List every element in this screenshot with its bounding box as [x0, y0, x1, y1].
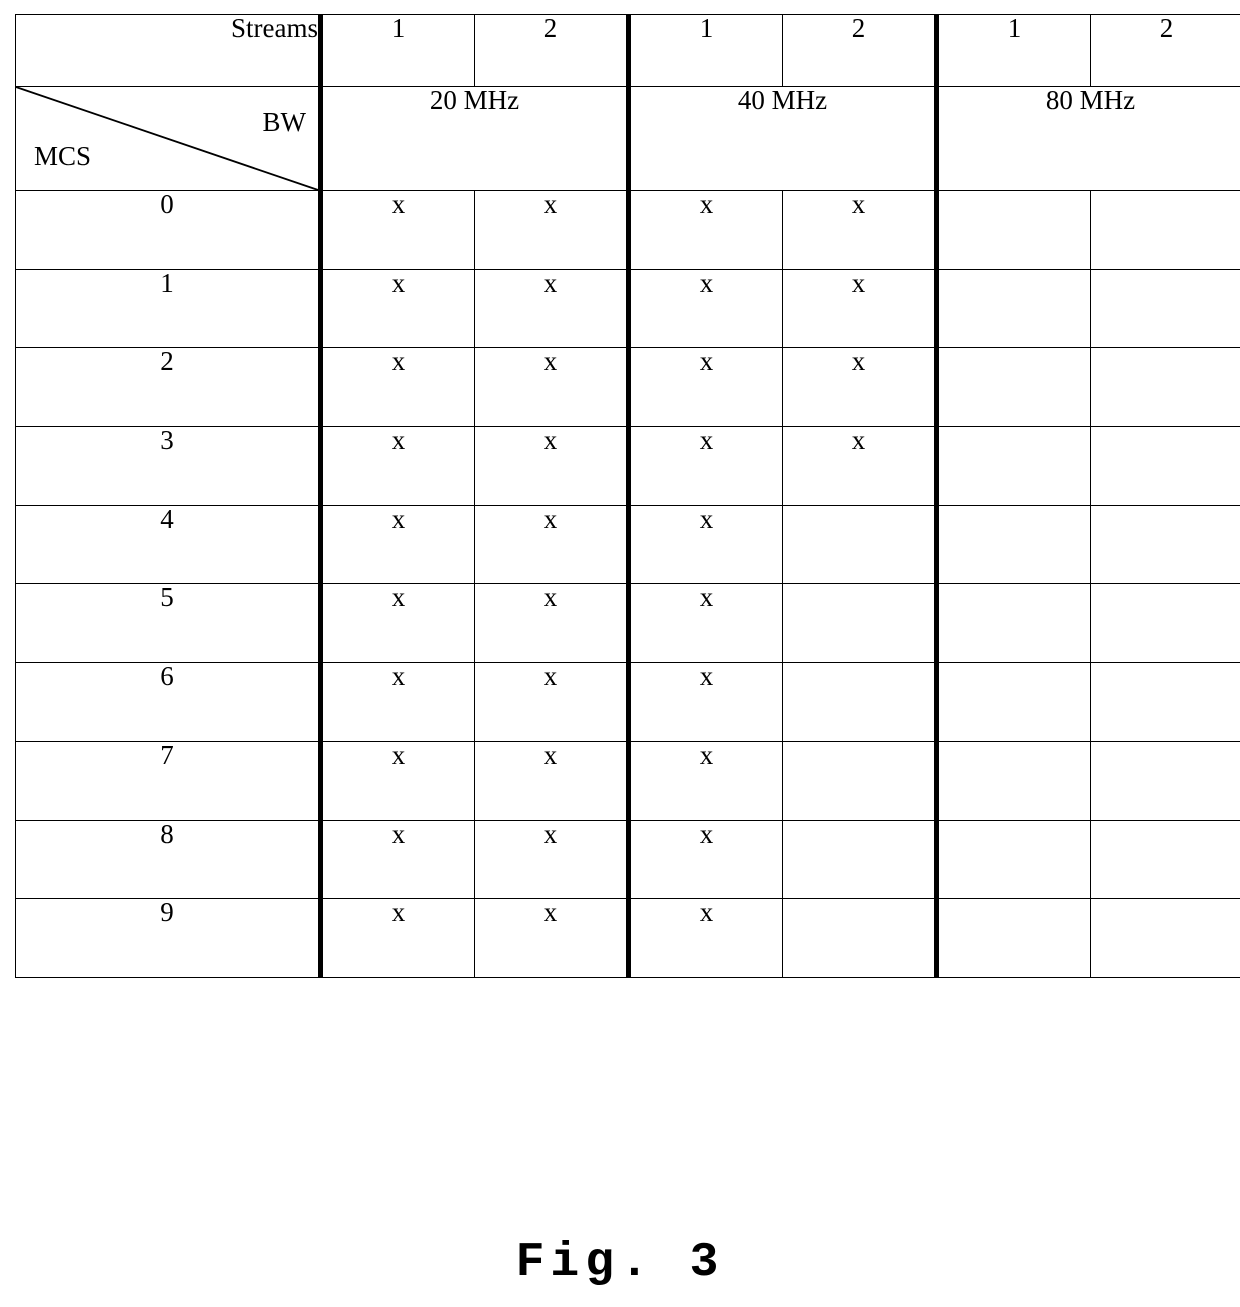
- mcs-bandwidth-streams-table: Streams 1 2 1 2 1 2 BW MCS 20 MHz 4 0 MHz…: [15, 14, 1240, 978]
- cell-80mhz-2: [1090, 426, 1240, 506]
- cell-40mhz-2: [782, 819, 939, 900]
- cell-40mhz-1: x: [628, 504, 783, 585]
- cell-40mhz-2: x: [782, 268, 939, 349]
- stream-header-20mhz-2: 2: [474, 14, 631, 87]
- cell-20mhz-2: x: [474, 347, 631, 428]
- cell-40mhz-2: x: [782, 426, 939, 506]
- corner-label-mcs: MCS: [34, 141, 92, 171]
- cell-80mhz-1: [936, 426, 1091, 506]
- stream-header-80mhz-2: 2: [1090, 14, 1240, 87]
- cell-80mhz-2: [1090, 504, 1240, 585]
- mcs-index: 1: [15, 268, 321, 349]
- cell-20mhz-1: x: [318, 347, 475, 428]
- mcs-index: 0: [15, 190, 321, 270]
- table-row: 4 x x x: [15, 504, 1240, 585]
- stream-header-40mhz-1: 1: [628, 14, 783, 87]
- cell-80mhz-2: [1090, 740, 1240, 821]
- cell-40mhz-1: x: [628, 898, 783, 978]
- table-row: 2 x x x x: [15, 347, 1240, 428]
- cell-20mhz-2: x: [474, 583, 631, 664]
- cell-20mhz-1: x: [318, 819, 475, 900]
- streams-row-label: Streams: [15, 14, 321, 87]
- cell-80mhz-2: [1090, 583, 1240, 664]
- cell-20mhz-1: x: [318, 426, 475, 506]
- bandwidth-group-40mhz: 40 MHz: [628, 86, 939, 191]
- bandwidth-group-80mhz: 80 MHz: [936, 86, 1240, 191]
- cell-80mhz-1: [936, 662, 1091, 742]
- cell-80mhz-2: [1090, 190, 1240, 270]
- cell-40mhz-2: x: [782, 347, 939, 428]
- bandwidth-group-20mhz: 20 MHz: [318, 86, 631, 191]
- cell-80mhz-1: [936, 347, 1091, 428]
- cell-80mhz-1: [936, 504, 1091, 585]
- table-row: 7 x x x: [15, 740, 1240, 821]
- cell-20mhz-2: x: [474, 740, 631, 821]
- table-row: 9 x x x: [15, 898, 1240, 978]
- corner-label-bw: BW: [262, 107, 307, 137]
- cell-40mhz-1: x: [628, 662, 783, 742]
- stream-header-40mhz-2: 2: [782, 14, 939, 87]
- mcs-index: 9: [15, 898, 321, 978]
- cell-20mhz-2: x: [474, 426, 631, 506]
- cell-80mhz-2: [1090, 819, 1240, 900]
- cell-80mhz-1: [936, 190, 1091, 270]
- cell-40mhz-2: [782, 583, 939, 664]
- stream-header-80mhz-1: 1: [936, 14, 1091, 87]
- cell-20mhz-1: x: [318, 190, 475, 270]
- cell-20mhz-1: x: [318, 740, 475, 821]
- cell-40mhz-1: x: [628, 740, 783, 821]
- mcs-index: 3: [15, 426, 321, 506]
- cell-40mhz-2: [782, 504, 939, 585]
- cell-80mhz-1: [936, 819, 1091, 900]
- figure-3: Streams 1 2 1 2 1 2 BW MCS 20 MHz 4 0 MHz…: [0, 0, 1240, 1307]
- table-row: 5 x x x: [15, 583, 1240, 664]
- cell-40mhz-2: x: [782, 190, 939, 270]
- bandwidth-header-row: BW MCS 20 MHz 40 MHz 80 MHz: [15, 86, 1240, 191]
- cell-20mhz-1: x: [318, 662, 475, 742]
- cell-20mhz-2: x: [474, 504, 631, 585]
- cell-80mhz-1: [936, 898, 1091, 978]
- cell-40mhz-1: x: [628, 190, 783, 270]
- cell-20mhz-2: x: [474, 268, 631, 349]
- cell-20mhz-2: x: [474, 190, 631, 270]
- mcs-index: 6: [15, 662, 321, 742]
- table-row: 8 x x x: [15, 819, 1240, 900]
- mcs-index: 5: [15, 583, 321, 664]
- cell-80mhz-1: [936, 583, 1091, 664]
- table-row: 0 x x x x: [15, 190, 1240, 270]
- cell-40mhz-2: [782, 898, 939, 978]
- mcs-index: 4: [15, 504, 321, 585]
- cell-20mhz-2: x: [474, 898, 631, 978]
- cell-80mhz-2: [1090, 898, 1240, 978]
- cell-40mhz-1: x: [628, 268, 783, 349]
- cell-40mhz-2: [782, 740, 939, 821]
- cell-20mhz-1: x: [318, 268, 475, 349]
- corner-diagonal-divider-icon: [16, 87, 318, 190]
- cell-80mhz-2: [1090, 347, 1240, 428]
- cell-20mhz-1: x: [318, 504, 475, 585]
- figure-caption: Fig. 3: [515, 1236, 725, 1290]
- stream-header-20mhz-1: 1: [318, 14, 475, 87]
- cell-40mhz-1: x: [628, 819, 783, 900]
- cell-80mhz-2: [1090, 662, 1240, 742]
- cell-80mhz-2: [1090, 268, 1240, 349]
- cell-80mhz-1: [936, 268, 1091, 349]
- cell-40mhz-1: x: [628, 583, 783, 664]
- mcs-index: 7: [15, 740, 321, 821]
- cell-20mhz-2: x: [474, 662, 631, 742]
- cell-40mhz-2: [782, 662, 939, 742]
- cell-20mhz-1: x: [318, 898, 475, 978]
- cell-20mhz-2: x: [474, 819, 631, 900]
- cell-20mhz-1: x: [318, 583, 475, 664]
- table-row: 6 x x x: [15, 662, 1240, 742]
- streams-header-row: Streams 1 2 1 2 1 2: [15, 14, 1240, 87]
- cell-40mhz-1: x: [628, 347, 783, 428]
- table-row: 1 x x x x: [15, 268, 1240, 349]
- mcs-index: 2: [15, 347, 321, 428]
- corner-cell-mcs-bw: BW MCS: [15, 86, 321, 191]
- table-row: 3 x x x x: [15, 426, 1240, 506]
- cell-80mhz-1: [936, 740, 1091, 821]
- cell-40mhz-1: x: [628, 426, 783, 506]
- mcs-index: 8: [15, 819, 321, 900]
